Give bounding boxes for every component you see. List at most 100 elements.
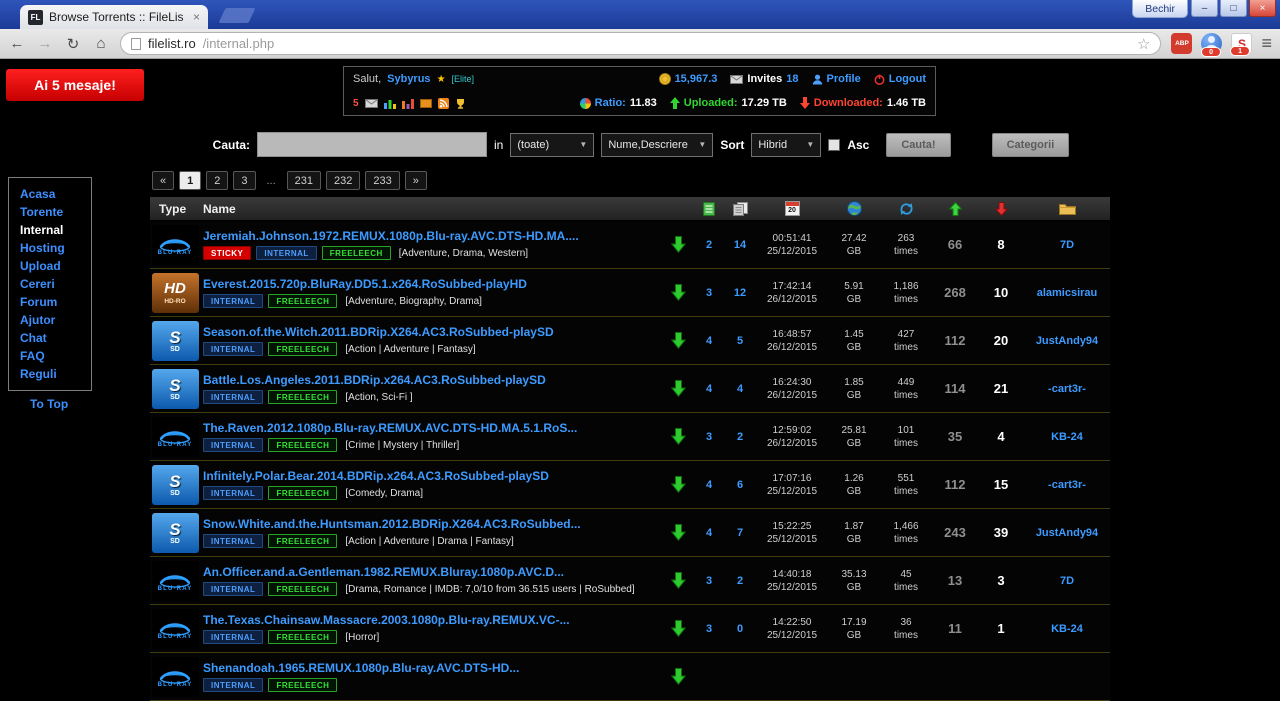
seeders-count[interactable]: 114 (932, 381, 978, 396)
comments-count[interactable]: 3 (694, 575, 724, 587)
files-count[interactable]: 4 (724, 383, 756, 395)
leechers-count[interactable]: 20 (978, 333, 1024, 348)
seeders-count[interactable]: 13 (932, 573, 978, 588)
reload-icon[interactable]: ↻ (64, 35, 82, 53)
name-header[interactable]: Name (200, 202, 662, 216)
sidebar-item-faq[interactable]: FAQ (9, 347, 91, 365)
comments-header-icon[interactable] (694, 202, 724, 216)
files-count[interactable]: 6 (724, 479, 756, 491)
charts-icon[interactable] (402, 98, 414, 109)
download-arrow-icon[interactable] (671, 524, 686, 541)
files-count[interactable]: 0 (724, 623, 756, 635)
uploader-link[interactable]: JustAndy94 (1024, 527, 1110, 539)
sidebar-item-hosting[interactable]: Hosting (9, 239, 91, 257)
torrent-name-link[interactable]: Season.of.the.Witch.2011.BDRip.X264.AC3.… (203, 325, 662, 339)
sidebar-item-ajutor[interactable]: Ajutor (9, 311, 91, 329)
mail-icon[interactable] (365, 99, 378, 108)
sidebar-item-internal[interactable]: Internal (9, 221, 91, 239)
page-button[interactable]: 2 (206, 171, 228, 190)
browser-menu-icon[interactable]: ≡ (1261, 33, 1272, 54)
leechers-header-icon[interactable] (978, 202, 1024, 216)
page-button[interactable]: 232 (326, 171, 360, 190)
seeders-count[interactable]: 268 (932, 285, 978, 300)
page-button[interactable]: 3 (233, 171, 255, 190)
categories-button[interactable]: Categorii (992, 133, 1070, 157)
sidebar-item-forum[interactable]: Forum (9, 293, 91, 311)
files-count[interactable]: 12 (724, 287, 756, 299)
uploader-link[interactable]: alamicsirau (1024, 287, 1110, 299)
sidebar-item-chat[interactable]: Chat (9, 329, 91, 347)
torrent-name-link[interactable]: An.Officer.and.a.Gentleman.1982.REMUX.Bl… (203, 565, 662, 579)
torrent-name-link[interactable]: Jeremiah.Johnson.1972.REMUX.1080p.Blu-ra… (203, 229, 662, 243)
files-count[interactable]: 2 (724, 575, 756, 587)
page-button[interactable]: « (152, 171, 174, 190)
new-tab-button[interactable] (219, 8, 256, 23)
type-header[interactable]: Type (150, 202, 200, 216)
download-arrow-icon[interactable] (671, 332, 686, 349)
search-input[interactable] (257, 132, 487, 157)
maximize-button[interactable]: □ (1220, 0, 1247, 17)
seeders-count[interactable]: 243 (932, 525, 978, 540)
comments-count[interactable]: 4 (694, 527, 724, 539)
leechers-count[interactable]: 8 (978, 237, 1024, 252)
avatar-extension-icon[interactable]: 0 (1201, 33, 1222, 54)
minimize-button[interactable]: – (1191, 0, 1218, 17)
uploader-link[interactable]: 7D (1024, 239, 1110, 251)
seeders-count[interactable]: 11 (932, 621, 978, 636)
torrent-name-link[interactable]: Snow.White.and.the.Huntsman.2012.BDRip.X… (203, 517, 662, 531)
to-top-link[interactable]: To Top (30, 397, 68, 411)
leechers-count[interactable]: 39 (978, 525, 1024, 540)
seeders-count[interactable]: 112 (932, 477, 978, 492)
leechers-count[interactable]: 21 (978, 381, 1024, 396)
torrent-name-link[interactable]: Infinitely.Polar.Bear.2014.BDRip.x264.AC… (203, 469, 662, 483)
torrent-name-link[interactable]: Everest.2015.720p.BluRay.DD5.1.x264.RoSu… (203, 277, 662, 291)
s-extension-icon[interactable]: S 1 (1231, 33, 1252, 54)
uploader-link[interactable]: 7D (1024, 575, 1110, 587)
uploader-link[interactable]: KB-24 (1024, 431, 1110, 443)
comments-count[interactable]: 3 (694, 431, 724, 443)
forward-icon[interactable]: → (36, 35, 54, 52)
seeders-count[interactable]: 112 (932, 333, 978, 348)
download-arrow-icon[interactable] (671, 380, 686, 397)
leechers-count[interactable]: 1 (978, 621, 1024, 636)
comments-count[interactable]: 3 (694, 623, 724, 635)
comments-count[interactable]: 2 (694, 239, 724, 251)
files-header-icon[interactable] (724, 202, 756, 216)
sidebar-item-acasa[interactable]: Acasa (9, 185, 91, 203)
uploader-link[interactable]: KB-24 (1024, 623, 1110, 635)
username-link[interactable]: Sybyrus (387, 73, 430, 85)
snatches-header-icon[interactable] (880, 202, 932, 216)
uploader-link[interactable]: -cart3r- (1024, 383, 1110, 395)
download-arrow-icon[interactable] (671, 476, 686, 493)
files-count[interactable]: 14 (724, 239, 756, 251)
uploader-link[interactable]: JustAndy94 (1024, 335, 1110, 347)
page-button[interactable]: » (405, 171, 427, 190)
files-count[interactable]: 7 (724, 527, 756, 539)
close-button[interactable]: × (1249, 0, 1276, 17)
comments-count[interactable]: 4 (694, 479, 724, 491)
invites-group[interactable]: Invites 18 (730, 73, 798, 85)
bookmark-star-icon[interactable]: ☆ (1137, 35, 1150, 53)
category-select[interactable]: (toate) ▼ (510, 133, 594, 157)
torrent-name-link[interactable]: Shenandoah.1965.REMUX.1080p.Blu-ray.AVC.… (203, 661, 662, 675)
address-bar[interactable]: filelist.ro/internal.php ☆ (120, 32, 1161, 55)
logout-link[interactable]: Logout (874, 73, 926, 85)
profile-link[interactable]: Profile (812, 73, 861, 85)
download-arrow-icon[interactable] (671, 572, 686, 589)
sidebar-item-torente[interactable]: Torente (9, 203, 91, 221)
seeders-count[interactable]: 35 (932, 429, 978, 444)
sidebar-item-reguli[interactable]: Reguli (9, 365, 91, 383)
uploader-header-icon[interactable] (1024, 202, 1110, 215)
leechers-count[interactable]: 10 (978, 285, 1024, 300)
comments-count[interactable]: 4 (694, 383, 724, 395)
leechers-count[interactable]: 15 (978, 477, 1024, 492)
field-select[interactable]: Nume,Descriere ▼ (601, 133, 713, 157)
search-button[interactable]: Cauta! (886, 133, 950, 157)
leechers-count[interactable]: 4 (978, 429, 1024, 444)
download-arrow-icon[interactable] (671, 284, 686, 301)
comments-count[interactable]: 3 (694, 287, 724, 299)
comments-count[interactable]: 4 (694, 335, 724, 347)
trophy-icon[interactable] (455, 98, 466, 109)
uploader-link[interactable]: -cart3r- (1024, 479, 1110, 491)
torrent-name-link[interactable]: Battle.Los.Angeles.2011.BDRip.x264.AC3.R… (203, 373, 662, 387)
